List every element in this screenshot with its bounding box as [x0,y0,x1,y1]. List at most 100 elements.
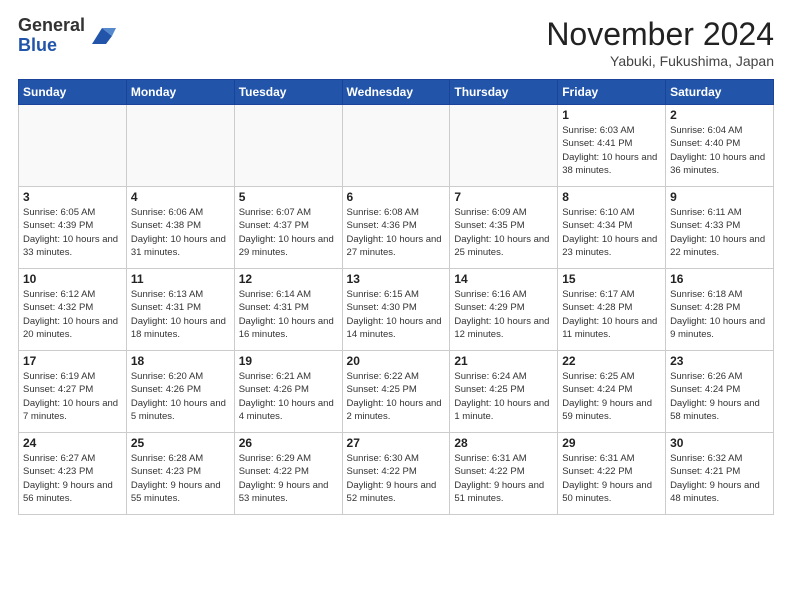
day-number: 9 [670,190,769,204]
calendar-cell: 24 Sunrise: 6:27 AMSunset: 4:23 PMDayligh… [19,433,127,515]
calendar-cell: 13 Sunrise: 6:15 AMSunset: 4:30 PMDayligh… [342,269,450,351]
day-number: 27 [347,436,446,450]
calendar-cell: 2 Sunrise: 6:04 AMSunset: 4:40 PMDaylight… [666,105,774,187]
calendar-cell: 6 Sunrise: 6:08 AMSunset: 4:36 PMDaylight… [342,187,450,269]
day-number: 18 [131,354,230,368]
calendar-cell: 21Sunrise: 6:24 AMSunset: 4:25 PMDayligh… [450,351,558,433]
calendar-cell: 17Sunrise: 6:19 AMSunset: 4:27 PMDayligh… [19,351,127,433]
day-number: 10 [23,272,122,286]
day-number: 4 [131,190,230,204]
col-tuesday: Tuesday [234,80,342,105]
day-info: Sunrise: 6:30 AMSunset: 4:22 PMDaylight:… [347,452,446,505]
day-number: 11 [131,272,230,286]
calendar-cell [126,105,234,187]
day-info: Sunrise: 6:14 AMSunset: 4:31 PMDaylight:… [239,288,338,341]
month-title: November 2024 [546,16,774,53]
calendar-cell: 4Sunrise: 6:06 AMSunset: 4:38 PMDaylight… [126,187,234,269]
calendar-week-1: 3 Sunrise: 6:05 AMSunset: 4:39 PMDaylight… [19,187,774,269]
day-info: Sunrise: 6:22 AMSunset: 4:25 PMDaylight:… [347,370,446,423]
day-number: 12 [239,272,338,286]
col-friday: Friday [558,80,666,105]
calendar-cell: 12 Sunrise: 6:14 AMSunset: 4:31 PMDayligh… [234,269,342,351]
calendar-cell: 9 Sunrise: 6:11 AMSunset: 4:33 PMDaylight… [666,187,774,269]
day-number: 16 [670,272,769,286]
calendar-week-0: 1 Sunrise: 6:03 AMSunset: 4:41 PMDaylight… [19,105,774,187]
logo-text: General Blue [18,16,85,56]
day-number: 15 [562,272,661,286]
day-info: Sunrise: 6:11 AMSunset: 4:33 PMDaylight:… [670,206,769,259]
day-info: Sunrise: 6:31 AMSunset: 4:22 PMDaylight:… [454,452,553,505]
calendar-cell: 25Sunrise: 6:28 AMSunset: 4:23 PMDayligh… [126,433,234,515]
day-info: Sunrise: 6:32 AMSunset: 4:21 PMDaylight:… [670,452,769,505]
day-number: 21 [454,354,553,368]
day-info: Sunrise: 6:10 AMSunset: 4:34 PMDaylight:… [562,206,661,259]
day-info: Sunrise: 6:16 AMSunset: 4:29 PMDaylight:… [454,288,553,341]
day-number: 7 [454,190,553,204]
calendar-cell: 1 Sunrise: 6:03 AMSunset: 4:41 PMDaylight… [558,105,666,187]
day-number: 22 [562,354,661,368]
calendar-cell: 26 Sunrise: 6:29 AMSunset: 4:22 PMDayligh… [234,433,342,515]
day-info: Sunrise: 6:13 AMSunset: 4:31 PMDaylight:… [131,288,230,341]
day-info: Sunrise: 6:17 AMSunset: 4:28 PMDaylight:… [562,288,661,341]
day-number: 13 [347,272,446,286]
day-info: Sunrise: 6:31 AMSunset: 4:22 PMDaylight:… [562,452,661,505]
calendar-cell: 15 Sunrise: 6:17 AMSunset: 4:28 PMDayligh… [558,269,666,351]
calendar-week-4: 24 Sunrise: 6:27 AMSunset: 4:23 PMDayligh… [19,433,774,515]
day-number: 26 [239,436,338,450]
day-number: 3 [23,190,122,204]
calendar-week-2: 10 Sunrise: 6:12 AMSunset: 4:32 PMDayligh… [19,269,774,351]
calendar-cell: 20 Sunrise: 6:22 AMSunset: 4:25 PMDayligh… [342,351,450,433]
day-info: Sunrise: 6:09 AMSunset: 4:35 PMDaylight:… [454,206,553,259]
page: General Blue November 2024 Yabuki, Fukus… [0,0,792,525]
day-number: 30 [670,436,769,450]
day-number: 5 [239,190,338,204]
day-info: Sunrise: 6:12 AMSunset: 4:32 PMDaylight:… [23,288,122,341]
day-number: 19 [239,354,338,368]
calendar: Sunday Monday Tuesday Wednesday Thursday… [18,79,774,515]
calendar-cell: 18 Sunrise: 6:20 AMSunset: 4:26 PMDayligh… [126,351,234,433]
day-info: Sunrise: 6:27 AMSunset: 4:23 PMDaylight:… [23,452,122,505]
logo-icon [88,22,116,50]
day-info: Sunrise: 6:08 AMSunset: 4:36 PMDaylight:… [347,206,446,259]
day-number: 1 [562,108,661,122]
day-number: 24 [23,436,122,450]
col-saturday: Saturday [666,80,774,105]
calendar-cell: 22Sunrise: 6:25 AMSunset: 4:24 PMDayligh… [558,351,666,433]
calendar-cell [450,105,558,187]
day-number: 28 [454,436,553,450]
day-info: Sunrise: 6:28 AMSunset: 4:23 PMDaylight:… [131,452,230,505]
calendar-cell: 14 Sunrise: 6:16 AMSunset: 4:29 PMDayligh… [450,269,558,351]
calendar-cell [19,105,127,187]
calendar-cell: 5 Sunrise: 6:07 AMSunset: 4:37 PMDaylight… [234,187,342,269]
logo-blue: Blue [18,36,85,56]
calendar-week-3: 17Sunrise: 6:19 AMSunset: 4:27 PMDayligh… [19,351,774,433]
calendar-cell: 8 Sunrise: 6:10 AMSunset: 4:34 PMDaylight… [558,187,666,269]
day-number: 8 [562,190,661,204]
calendar-cell: 10 Sunrise: 6:12 AMSunset: 4:32 PMDayligh… [19,269,127,351]
day-number: 14 [454,272,553,286]
day-number: 17 [23,354,122,368]
logo: General Blue [18,16,116,56]
calendar-cell [342,105,450,187]
day-info: Sunrise: 6:21 AMSunset: 4:26 PMDaylight:… [239,370,338,423]
day-info: Sunrise: 6:05 AMSunset: 4:39 PMDaylight:… [23,206,122,259]
day-info: Sunrise: 6:15 AMSunset: 4:30 PMDaylight:… [347,288,446,341]
logo-general: General [18,16,85,36]
calendar-header-row: Sunday Monday Tuesday Wednesday Thursday… [19,80,774,105]
day-info: Sunrise: 6:18 AMSunset: 4:28 PMDaylight:… [670,288,769,341]
col-thursday: Thursday [450,80,558,105]
calendar-cell: 27 Sunrise: 6:30 AMSunset: 4:22 PMDayligh… [342,433,450,515]
day-info: Sunrise: 6:26 AMSunset: 4:24 PMDaylight:… [670,370,769,423]
title-area: November 2024 Yabuki, Fukushima, Japan [546,16,774,69]
day-info: Sunrise: 6:29 AMSunset: 4:22 PMDaylight:… [239,452,338,505]
calendar-cell: 7 Sunrise: 6:09 AMSunset: 4:35 PMDaylight… [450,187,558,269]
day-info: Sunrise: 6:04 AMSunset: 4:40 PMDaylight:… [670,124,769,177]
day-number: 20 [347,354,446,368]
day-info: Sunrise: 6:03 AMSunset: 4:41 PMDaylight:… [562,124,661,177]
col-monday: Monday [126,80,234,105]
day-info: Sunrise: 6:20 AMSunset: 4:26 PMDaylight:… [131,370,230,423]
day-number: 2 [670,108,769,122]
day-number: 23 [670,354,769,368]
day-info: Sunrise: 6:07 AMSunset: 4:37 PMDaylight:… [239,206,338,259]
day-number: 6 [347,190,446,204]
